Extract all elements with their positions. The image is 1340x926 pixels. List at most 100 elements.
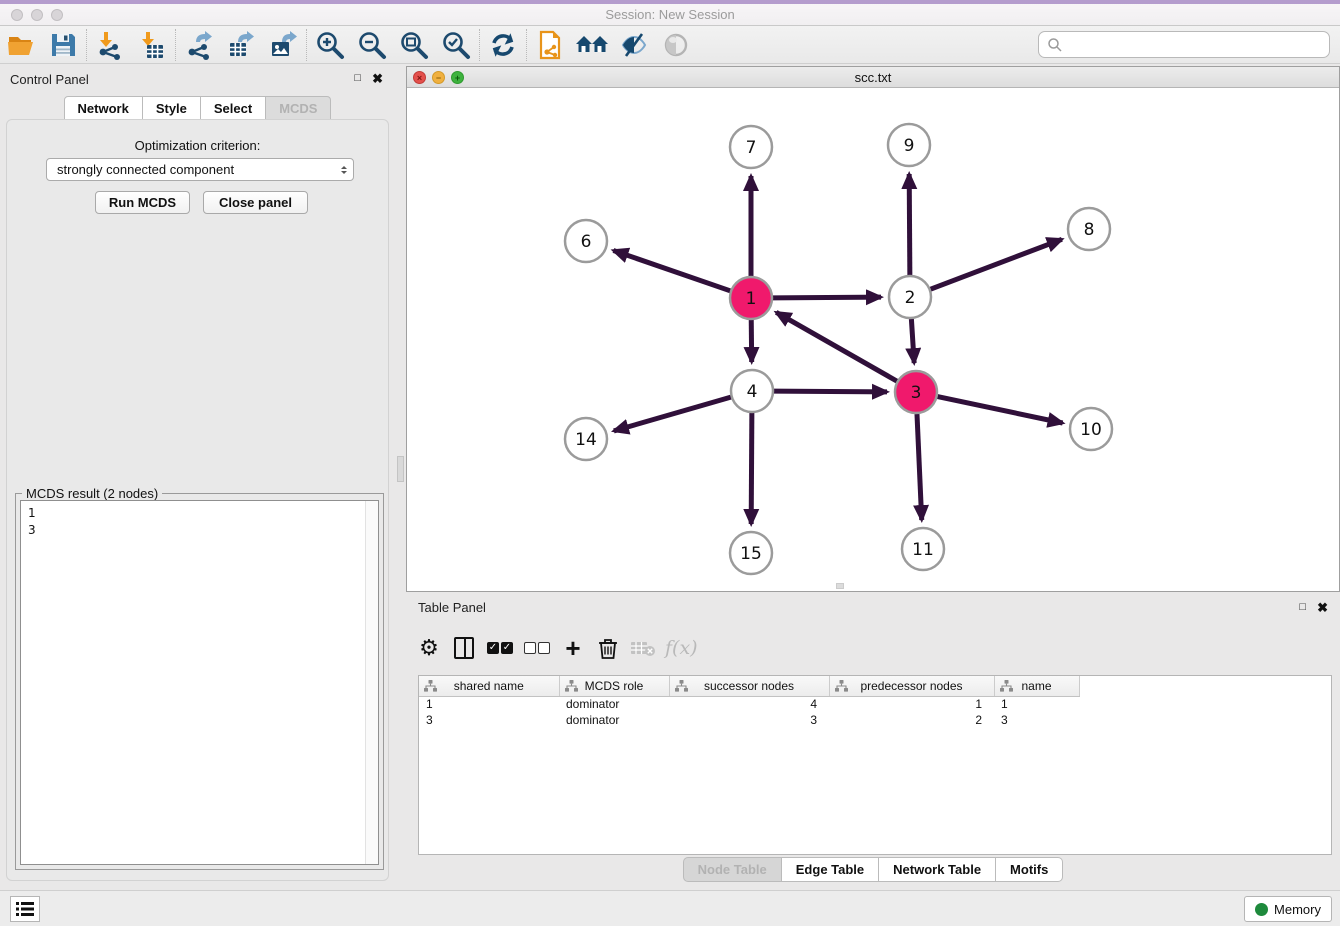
zoom-selected-icon[interactable] bbox=[435, 28, 477, 62]
close-table-panel-icon[interactable]: ✖ bbox=[1317, 600, 1328, 616]
table-row[interactable]: 1dominator411 bbox=[419, 696, 1079, 712]
tab-motifs[interactable]: Motifs bbox=[996, 857, 1063, 882]
svg-text:8: 8 bbox=[1084, 220, 1095, 240]
first-neighbors-icon[interactable] bbox=[571, 28, 613, 62]
cell-predecessor-nodes[interactable]: 1 bbox=[829, 696, 994, 712]
import-network-icon[interactable] bbox=[89, 28, 131, 62]
column-header-predecessor-nodes[interactable]: predecessor nodes bbox=[829, 676, 994, 696]
cell-name[interactable]: 3 bbox=[994, 712, 1079, 728]
export-table-icon[interactable] bbox=[220, 28, 262, 62]
tab-network[interactable]: Network bbox=[64, 96, 143, 121]
edge-3-11[interactable] bbox=[917, 414, 922, 520]
edge-4-15[interactable] bbox=[751, 413, 752, 524]
search-icon bbox=[1047, 37, 1063, 53]
cell-shared-name[interactable]: 1 bbox=[419, 696, 559, 712]
add-column-icon[interactable]: + bbox=[560, 631, 586, 665]
import-table-icon[interactable] bbox=[131, 28, 173, 62]
criterion-dropdown[interactable]: strongly connected component bbox=[46, 158, 354, 181]
node-15[interactable]: 15 bbox=[730, 532, 772, 574]
edge-2-8[interactable] bbox=[931, 239, 1062, 289]
run-mcds-button[interactable]: Run MCDS bbox=[95, 191, 190, 214]
export-network-icon[interactable] bbox=[178, 28, 220, 62]
apply-layout-icon[interactable] bbox=[482, 28, 524, 62]
control-panel: Control Panel □ ✖ NetworkStyleSelectMCDS… bbox=[0, 64, 395, 890]
node-11[interactable]: 11 bbox=[902, 528, 944, 570]
network-window-title: scc.txt bbox=[407, 70, 1339, 85]
node-14[interactable]: 14 bbox=[565, 418, 607, 460]
node-3[interactable]: 3 bbox=[895, 371, 937, 413]
edge-4-3[interactable] bbox=[774, 391, 887, 392]
function-builder-icon[interactable]: f(x) bbox=[665, 631, 698, 665]
column-layout-icon[interactable] bbox=[451, 631, 477, 665]
search-input[interactable] bbox=[1063, 34, 1329, 56]
node-6[interactable]: 6 bbox=[565, 220, 607, 262]
node-2[interactable]: 2 bbox=[889, 276, 931, 318]
edge-2-3[interactable] bbox=[911, 319, 914, 363]
edge-3-1[interactable] bbox=[776, 312, 897, 381]
node-10[interactable]: 10 bbox=[1070, 408, 1112, 450]
network-graph[interactable]: 7 9 6 8 1 2 4 3 14 10 15 11 bbox=[407, 88, 1339, 591]
tab-style[interactable]: Style bbox=[143, 96, 201, 121]
tab-mcds[interactable]: MCDS bbox=[266, 96, 331, 121]
column-header-name[interactable]: name bbox=[994, 676, 1079, 696]
cell-name[interactable]: 1 bbox=[994, 696, 1079, 712]
cell-successor-nodes[interactable]: 4 bbox=[669, 696, 829, 712]
toolbar-separator bbox=[306, 29, 307, 61]
cell-successor-nodes[interactable]: 3 bbox=[669, 712, 829, 728]
delete-table-icon[interactable] bbox=[630, 631, 656, 665]
memory-button[interactable]: Memory bbox=[1244, 896, 1332, 922]
tab-select[interactable]: Select bbox=[201, 96, 266, 121]
edge-4-14[interactable] bbox=[614, 397, 731, 431]
deselect-all-columns-icon[interactable] bbox=[523, 631, 551, 665]
float-panel-icon[interactable]: □ bbox=[354, 72, 361, 84]
settings-icon[interactable]: ⚙ bbox=[416, 631, 442, 665]
cell-MCDS-role[interactable]: dominator bbox=[559, 696, 669, 712]
open-session-icon[interactable] bbox=[0, 28, 42, 62]
svg-text:14: 14 bbox=[575, 430, 597, 450]
cell-predecessor-nodes[interactable]: 2 bbox=[829, 712, 994, 728]
node-8[interactable]: 8 bbox=[1068, 208, 1110, 250]
network-canvas[interactable]: 7 9 6 8 1 2 4 3 14 10 15 11 bbox=[407, 88, 1339, 591]
search-box[interactable] bbox=[1038, 31, 1330, 58]
edge-3-10[interactable] bbox=[938, 397, 1063, 423]
network-window-titlebar[interactable]: × − + scc.txt bbox=[407, 67, 1339, 88]
tab-network-table[interactable]: Network Table bbox=[879, 857, 996, 882]
close-panel-button[interactable]: Close panel bbox=[203, 191, 308, 214]
node-4[interactable]: 4 bbox=[731, 370, 773, 412]
column-header-successor-nodes[interactable]: successor nodes bbox=[669, 676, 829, 696]
node-7[interactable]: 7 bbox=[730, 126, 772, 168]
new-network-from-selection-icon[interactable] bbox=[529, 28, 571, 62]
edge-1-6[interactable] bbox=[613, 250, 730, 290]
zoom-in-icon[interactable] bbox=[309, 28, 351, 62]
table-row[interactable]: 3dominator323 bbox=[419, 712, 1079, 728]
float-table-panel-icon[interactable]: □ bbox=[1299, 601, 1306, 613]
control-panel-title: Control Panel bbox=[10, 72, 89, 87]
edge-2-9[interactable] bbox=[909, 174, 910, 275]
vertical-splitter[interactable] bbox=[395, 64, 406, 890]
zoom-fit-icon[interactable] bbox=[393, 28, 435, 62]
close-panel-icon[interactable]: ✖ bbox=[372, 71, 383, 87]
task-manager-button[interactable] bbox=[10, 896, 40, 922]
node-table[interactable]: shared nameMCDS rolesuccessor nodesprede… bbox=[418, 675, 1332, 855]
column-header-MCDS-role[interactable]: MCDS role bbox=[559, 676, 669, 696]
delete-column-icon[interactable] bbox=[595, 631, 621, 665]
zoom-out-icon[interactable] bbox=[351, 28, 393, 62]
cell-shared-name[interactable]: 3 bbox=[419, 712, 559, 728]
horizontal-splitter-grip[interactable] bbox=[836, 583, 844, 589]
node-9[interactable]: 9 bbox=[888, 124, 930, 166]
result-scrollbar[interactable] bbox=[365, 501, 378, 864]
node-1[interactable]: 1 bbox=[730, 277, 772, 319]
select-all-columns-icon[interactable]: ✓✓ bbox=[486, 631, 514, 665]
tab-node-table[interactable]: Node Table bbox=[683, 857, 782, 882]
column-header-shared-name[interactable]: shared name bbox=[419, 676, 559, 696]
show-all-icon[interactable] bbox=[655, 28, 697, 62]
hide-selected-icon[interactable] bbox=[613, 28, 655, 62]
memory-label: Memory bbox=[1274, 902, 1321, 917]
table-panel: Table Panel □ ✖ ⚙ ✓✓ + f(x) shared nameM… bbox=[406, 595, 1340, 888]
cell-MCDS-role[interactable]: dominator bbox=[559, 712, 669, 728]
tab-edge-table[interactable]: Edge Table bbox=[782, 857, 879, 882]
save-session-icon[interactable] bbox=[42, 28, 84, 62]
export-image-icon[interactable] bbox=[262, 28, 304, 62]
edge-1-2[interactable] bbox=[773, 297, 881, 298]
splitter-grip[interactable] bbox=[397, 456, 404, 482]
